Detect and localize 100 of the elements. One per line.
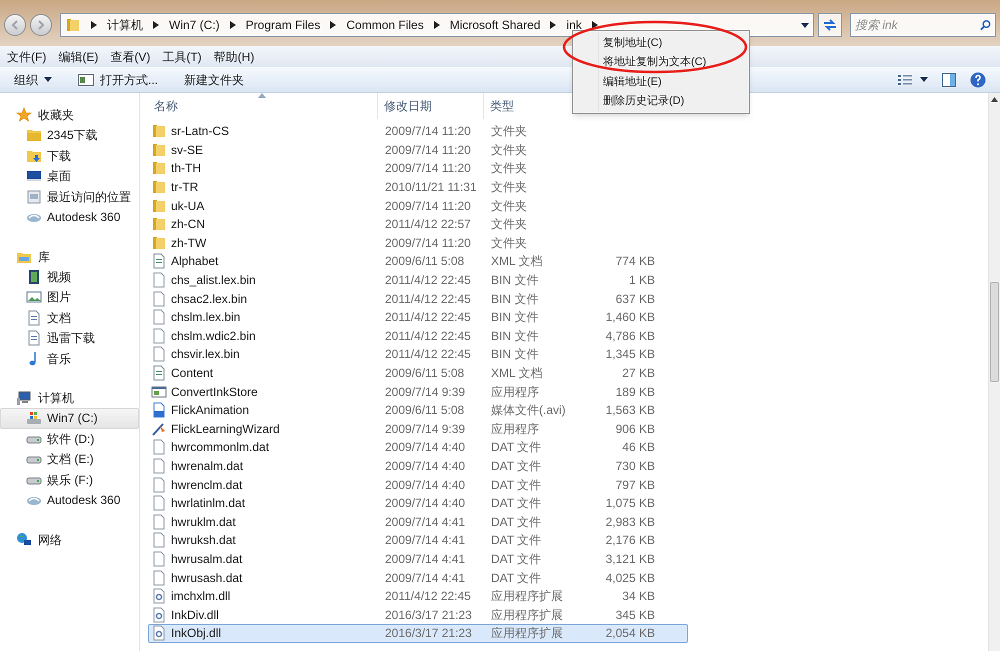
search-input[interactable]: 搜索 ink — [855, 16, 980, 34]
type-cell-text: BIN 文件 — [490, 309, 540, 326]
dropdown-caret-icon — [920, 77, 928, 82]
breadcrumb-arrow-icon[interactable] — [592, 21, 598, 29]
breadcrumb-item[interactable]: Win7 (C:) — [169, 16, 220, 34]
file-name: hwrusash.dat — [171, 570, 242, 587]
breadcrumb-arrow-icon[interactable] — [91, 21, 97, 29]
file-row[interactable]: chsac2.lex.bin 2011/4/12 22:45 BIN 文件 637 KB — [148, 289, 688, 308]
file-row[interactable]: chsvir.lex.bin 2011/4/12 22:45 BIN 文件 1,345 KB — [148, 345, 688, 364]
file-row[interactable]: FlickAnimation 2009/6/11 5:08 媒体文件(.avi) 1,563 KB — [148, 400, 688, 420]
file-row[interactable]: chslm.lex.bin 2011/4/12 22:45 BIN 文件 1,460 KB — [148, 308, 688, 327]
date-cell-text: 2009/7/14 4:40 — [384, 439, 466, 456]
breadcrumb-arrow-icon[interactable] — [230, 21, 236, 29]
menu-item[interactable]: 编辑(E) — [58, 48, 98, 66]
breadcrumb-item[interactable]: Microsoft Shared — [450, 16, 540, 34]
breadcrumb-arrow-icon[interactable] — [153, 21, 159, 29]
file-row[interactable]: zh-TW 2009/7/14 11:20 文件夹 — [148, 234, 688, 252]
search-icon[interactable] — [980, 19, 991, 31]
file-row[interactable]: hwruklm.dat 2009/7/14 4:41 DAT 文件 2,983 KB — [148, 512, 688, 532]
refresh-button[interactable] — [818, 13, 842, 37]
file-row[interactable]: ConvertInkStore 2009/7/14 9:39 应用程序 189 KB — [148, 382, 688, 401]
menu-item[interactable]: 文件(F) — [7, 48, 46, 66]
nav-group-header[interactable]: 收藏夹 — [0, 105, 139, 125]
nav-group-header[interactable]: 网络 — [0, 530, 139, 550]
file-row[interactable]: InkObj.dll 2016/3/17 21:23 应用程序扩展 2,054 KB — [148, 624, 688, 643]
nav-item[interactable]: Autodesk 360 — [0, 490, 139, 510]
nav-item[interactable]: Win7 (C:) — [0, 408, 139, 428]
document-icon — [151, 253, 167, 270]
breadcrumb-item[interactable]: Program Files — [246, 16, 320, 34]
file-row[interactable]: th-TH 2009/7/14 11:20 文件夹 — [148, 159, 688, 178]
toolbar-button[interactable]: 组织 — [14, 70, 52, 88]
file-name: hwrusalm.dat — [171, 550, 242, 568]
file-row[interactable]: Content 2009/6/11 5:08 XML 文档 27 KB — [148, 364, 688, 382]
file-row[interactable]: uk-UA 2009/7/14 11:20 文件夹 — [148, 196, 688, 215]
menu-item[interactable]: 查看(V) — [110, 48, 150, 66]
address-field[interactable]: 计算机 Win7 (C:) Program Files Common Files Microsoft Shared ink — [60, 13, 814, 37]
nav-item[interactable]: 最近访问的位置 — [0, 186, 139, 207]
column-header[interactable]: 名称 — [148, 93, 378, 119]
file-row[interactable]: hwrusash.dat 2009/7/14 4:41 DAT 文件 4,025 KB — [148, 568, 688, 587]
nav-item[interactable]: 娱乐 (F:) — [0, 470, 139, 490]
file-row[interactable]: Alphabet 2009/6/11 5:08 XML 文档 774 KB — [148, 252, 688, 271]
toolbar-button[interactable]: 新建文件夹 — [184, 70, 244, 88]
file-row[interactable]: hwrenclm.dat 2009/7/14 4:40 DAT 文件 797 KB — [148, 475, 688, 494]
file-row[interactable]: hwrlatinlm.dat 2009/7/14 4:40 DAT 文件 1,075 KB — [148, 494, 688, 512]
search-field[interactable]: 搜索 ink — [850, 13, 996, 37]
file-row[interactable]: sv-SE 2009/7/14 11:20 文件夹 — [148, 140, 688, 160]
back-button[interactable] — [4, 14, 26, 36]
type-cell-text: 文件夹 — [490, 123, 528, 140]
type-cell-text: 媒体文件(.avi) — [490, 402, 567, 420]
file-row[interactable]: zh-CN 2011/4/12 22:57 文件夹 — [148, 214, 688, 234]
file-row[interactable]: chs_alist.lex.bin 2011/4/12 22:45 BIN 文件 1 KB — [148, 270, 688, 290]
nav-item[interactable]: 桌面 — [0, 166, 139, 186]
nav-item[interactable]: 音乐 — [0, 348, 139, 369]
file-row[interactable]: sr-Latn-CS 2009/7/14 11:20 文件夹 — [148, 122, 688, 141]
breadcrumb-item[interactable]: Common Files — [346, 16, 424, 34]
nav-item[interactable]: 迅雷下载 — [0, 328, 139, 348]
column-header[interactable]: 修改日期 — [378, 93, 484, 119]
date-cell-text: 2009/7/14 9:39 — [384, 420, 466, 438]
file-row[interactable]: hwrcommonlm.dat 2009/7/14 4:40 DAT 文件 46 KB — [148, 438, 688, 457]
file-row[interactable]: hwruksh.dat 2009/7/14 4:41 DAT 文件 2,176 KB — [148, 531, 688, 550]
scroll-up-icon[interactable] — [991, 97, 998, 102]
nav-item[interactable]: 图片 — [0, 287, 139, 308]
file-row[interactable]: tr-TR 2010/11/21 11:31 文件夹 — [148, 178, 688, 196]
size-cell-text: 189 KB — [614, 384, 655, 401]
file-row[interactable]: hwrenalm.dat 2009/7/14 4:40 DAT 文件 730 KB — [148, 456, 688, 476]
forward-button[interactable] — [30, 14, 52, 36]
file-row[interactable]: imchxlm.dll 2011/4/12 22:45 应用程序扩展 34 KB — [148, 586, 688, 606]
nav-item[interactable]: 文档 (E:) — [0, 449, 139, 470]
scroll-thumb[interactable] — [990, 282, 999, 382]
context-menu-item[interactable]: 编辑地址(E) — [599, 72, 706, 92]
menu-item[interactable]: 工具(T) — [162, 48, 202, 66]
file-row[interactable]: chslm.wdic2.bin 2011/4/12 22:45 BIN 文件 4,786 KB — [148, 326, 688, 346]
breadcrumb-arrow-icon[interactable] — [330, 21, 336, 29]
folder-icon — [151, 123, 167, 140]
menu-item[interactable]: 帮助(H) — [214, 48, 254, 66]
date-cell-text: 2009/7/14 9:39 — [384, 384, 466, 401]
file-row[interactable]: InkDiv.dll 2016/3/17 21:23 应用程序扩展 345 KB — [148, 605, 688, 624]
dropdown-caret-icon[interactable] — [801, 22, 809, 28]
help-icon[interactable] — [970, 72, 986, 88]
nav-item[interactable]: 下载 — [0, 146, 139, 166]
preview-pane-icon[interactable] — [942, 72, 956, 86]
nav-item[interactable]: 软件 (D:) — [0, 428, 139, 449]
file-row[interactable]: FlickLearningWizard 2009/7/14 9:39 应用程序 906 KB — [148, 420, 688, 438]
context-menu-item[interactable]: 删除历史记录(D) — [599, 92, 706, 111]
nav-group-header[interactable]: 计算机 — [0, 388, 139, 408]
nav-group-header[interactable]: 库 — [0, 246, 139, 266]
file-row[interactable]: hwrusalm.dat 2009/7/14 4:41 DAT 文件 3,121 KB — [148, 550, 688, 568]
size-cell-text: 27 KB — [621, 365, 655, 382]
context-menu-item[interactable]: 将地址复制为文本(C) — [599, 52, 706, 72]
breadcrumb-item[interactable]: 计算机 — [107, 16, 143, 34]
view-options-button[interactable] — [898, 74, 928, 86]
toolbar-button[interactable]: 打开方式... — [78, 70, 158, 88]
scrollbar[interactable] — [988, 93, 1000, 651]
size-cell-text: 1,563 KB — [604, 402, 655, 420]
breadcrumb-arrow-icon[interactable] — [550, 21, 556, 29]
breadcrumb-arrow-icon[interactable] — [434, 21, 440, 29]
nav-item[interactable]: 视频 — [0, 266, 139, 287]
nav-item[interactable]: Autodesk 360 — [0, 207, 139, 228]
nav-item[interactable]: 2345下载 — [0, 125, 139, 146]
nav-item[interactable]: 文档 — [0, 308, 139, 328]
